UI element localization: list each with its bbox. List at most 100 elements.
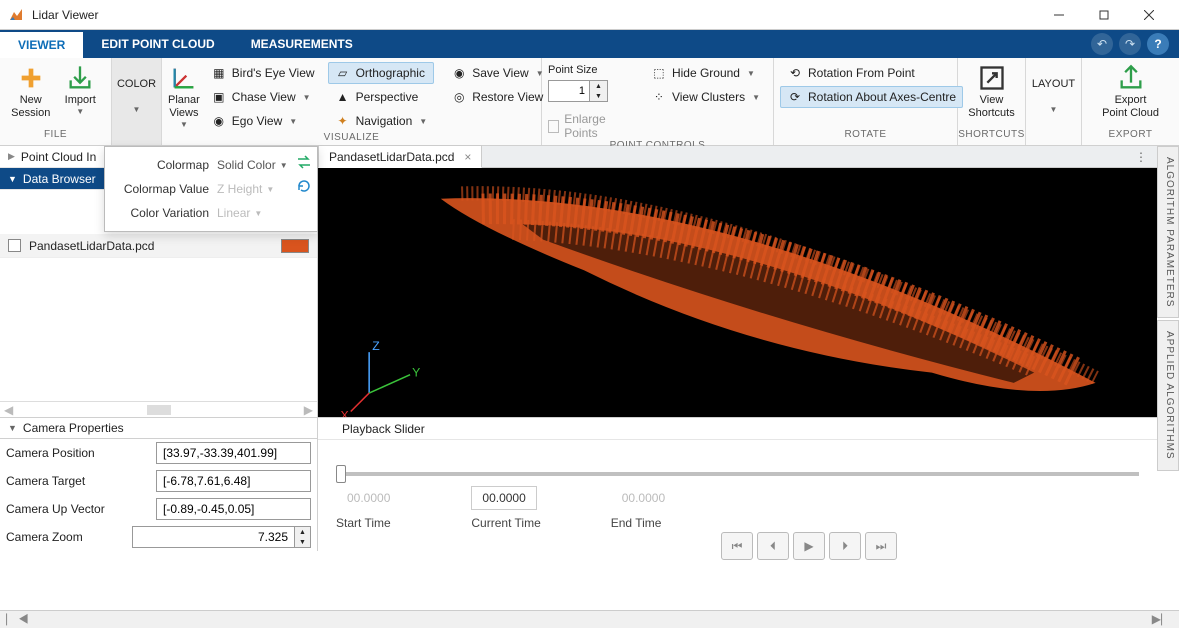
rotate-axes-icon: ⟳: [787, 89, 803, 105]
close-button[interactable]: [1126, 0, 1171, 30]
camera-target-label: Camera Target: [6, 474, 156, 488]
group-label-visualize: VISUALIZE: [162, 132, 541, 145]
colormap-value-select: Z Height▼: [217, 182, 274, 196]
camera-properties-panel: ▼Camera Properties Camera Position Camer…: [0, 417, 318, 551]
color-variation-select: Linear▼: [217, 206, 262, 220]
view-clusters-button[interactable]: ⁘View Clusters▼: [644, 86, 767, 108]
spin-up-icon[interactable]: ▲: [295, 527, 310, 537]
playback-header: Playback Slider: [318, 418, 1157, 440]
horizontal-scrollbar[interactable]: ◀▶: [0, 401, 317, 417]
camera-position-input[interactable]: [157, 446, 310, 460]
color-dropdown-button[interactable]: COLOR ▼: [117, 62, 156, 114]
side-tab-applied-algorithms[interactable]: APPLIED ALGORITHMS: [1157, 320, 1179, 471]
chevron-down-icon: ▼: [289, 117, 297, 126]
minimize-button[interactable]: [1036, 0, 1081, 30]
restore-icon: ◎: [451, 89, 467, 105]
tab-viewer[interactable]: VIEWER: [0, 30, 83, 58]
viewport-tabs: PandasetLidarData.pcd × ⋮: [318, 146, 1157, 168]
point-cloud-viewport[interactable]: Z Y X: [318, 168, 1157, 417]
viewport-tab[interactable]: PandasetLidarData.pcd ×: [318, 145, 482, 168]
spin-up-icon[interactable]: ▲: [590, 81, 607, 91]
ego-view-button[interactable]: ◉Ego View▼: [204, 110, 322, 132]
camera-target-input[interactable]: [157, 474, 310, 488]
chevron-down-icon: ▼: [752, 93, 760, 102]
spin-down-icon[interactable]: ▼: [295, 537, 310, 547]
export-point-cloud-button[interactable]: Export Point Cloud: [1094, 62, 1168, 120]
new-session-button[interactable]: New Session: [6, 62, 56, 120]
color-swatch[interactable]: [281, 239, 309, 253]
tab-measurements[interactable]: MEASUREMENTS: [233, 30, 371, 58]
redo-button[interactable]: ↷: [1119, 33, 1141, 55]
skip-end-button[interactable]: ⏭: [865, 532, 897, 560]
navigation-button[interactable]: ✦Navigation▼: [328, 110, 435, 132]
file-checkbox[interactable]: [8, 239, 21, 252]
camera-up-vector-input[interactable]: [157, 502, 310, 516]
main-tab-strip: VIEWER EDIT POINT CLOUD MEASUREMENTS ↶ ↷…: [0, 30, 1179, 58]
point-size-label: Point Size: [548, 64, 630, 76]
spin-down-icon[interactable]: ▼: [590, 91, 607, 101]
panel-collapse-left-icon[interactable]: ⎸◀: [6, 612, 29, 627]
panel-collapse-right-icon[interactable]: ▶⎸: [1152, 612, 1173, 627]
ribbon-toolbar: New Session Import ▼ FILE COLOR ▼ Planar…: [0, 58, 1179, 146]
enlarge-points-checkbox[interactable]: Enlarge Points: [548, 112, 630, 140]
end-time-label: End Time: [611, 516, 662, 530]
chevron-down-icon: ▼: [419, 117, 427, 126]
planar-views-button[interactable]: Planar Views ▼: [168, 62, 200, 129]
swap-colors-button[interactable]: [295, 153, 313, 171]
tab-edit-point-cloud[interactable]: EDIT POINT CLOUD: [83, 30, 232, 58]
chase-view-button[interactable]: ▣Chase View▼: [204, 86, 322, 108]
layout-dropdown-button[interactable]: LAYOUT ▼: [1032, 62, 1075, 114]
step-forward-button[interactable]: ⏵: [829, 532, 861, 560]
camera-position-label: Camera Position: [6, 446, 156, 460]
chevron-down-icon: ▼: [303, 93, 311, 102]
colormap-label: Colormap: [115, 158, 209, 172]
point-size-input[interactable]: [549, 81, 589, 101]
hide-ground-button[interactable]: ⬚Hide Ground▼: [644, 62, 767, 84]
undo-button[interactable]: ↶: [1091, 33, 1113, 55]
color-dropdown-popup: Colormap Solid Color▼ Colormap Value Z H…: [104, 146, 318, 232]
tab-menu-button[interactable]: ⋮: [1125, 146, 1157, 167]
colormap-select[interactable]: Solid Color▼: [217, 158, 288, 172]
save-icon: ◉: [451, 65, 467, 81]
colormap-value-label: Colormap Value: [115, 182, 209, 196]
camera-zoom-input[interactable]: [133, 527, 294, 547]
rotation-about-axes-centre-button[interactable]: ⟳Rotation About Axes-Centre: [780, 86, 963, 108]
rotation-from-point-button[interactable]: ⟲Rotation From Point: [780, 62, 963, 84]
current-time-input[interactable]: 00.0000: [471, 486, 536, 510]
play-button[interactable]: ▶: [793, 532, 825, 560]
chevron-down-icon: ▼: [133, 105, 141, 114]
left-panel: ▶Point Cloud In ▼Data Browser Colormap S…: [0, 146, 318, 417]
grid-icon: ▦: [211, 65, 227, 81]
orthographic-button[interactable]: ▱Orthographic: [328, 62, 435, 84]
help-button[interactable]: ?: [1147, 33, 1169, 55]
axes-icon: [170, 64, 198, 92]
file-list: PandasetLidarData.pcd: [0, 234, 317, 401]
maximize-button[interactable]: [1081, 0, 1126, 30]
reset-colors-button[interactable]: [295, 177, 313, 195]
start-time-label: Start Time: [336, 516, 391, 530]
matlab-logo-icon: [8, 7, 24, 23]
playback-slider[interactable]: [336, 472, 1139, 476]
cube-icon: ◉: [211, 113, 227, 129]
file-row[interactable]: PandasetLidarData.pcd: [0, 234, 317, 258]
slider-thumb[interactable]: [336, 465, 346, 483]
save-view-button[interactable]: ◉Save View▼: [444, 62, 550, 84]
ground-icon: ⬚: [651, 65, 667, 81]
camera-properties-header[interactable]: ▼Camera Properties: [0, 417, 317, 439]
ortho-icon: ▱: [335, 65, 351, 81]
import-button[interactable]: Import ▼: [56, 62, 106, 116]
close-tab-icon[interactable]: ×: [464, 150, 471, 164]
chevron-down-icon: ▼: [280, 161, 288, 170]
step-back-button[interactable]: ⏴: [757, 532, 789, 560]
view-shortcuts-button[interactable]: View Shortcuts: [964, 62, 1019, 120]
camera-zoom-label: Camera Zoom: [6, 530, 132, 544]
perspective-icon: ▲: [335, 89, 351, 105]
restore-view-button[interactable]: ◎Restore View: [444, 86, 550, 108]
chevron-down-icon: ▼: [747, 69, 755, 78]
perspective-button[interactable]: ▲Perspective: [328, 86, 435, 108]
point-size-spinner[interactable]: ▲▼: [548, 80, 608, 102]
rotate-point-icon: ⟲: [787, 65, 803, 81]
side-tab-algorithm-parameters[interactable]: ALGORITHM PARAMETERS: [1157, 146, 1179, 318]
birds-eye-view-button[interactable]: ▦Bird's Eye View: [204, 62, 322, 84]
skip-start-button[interactable]: ⏮: [721, 532, 753, 560]
